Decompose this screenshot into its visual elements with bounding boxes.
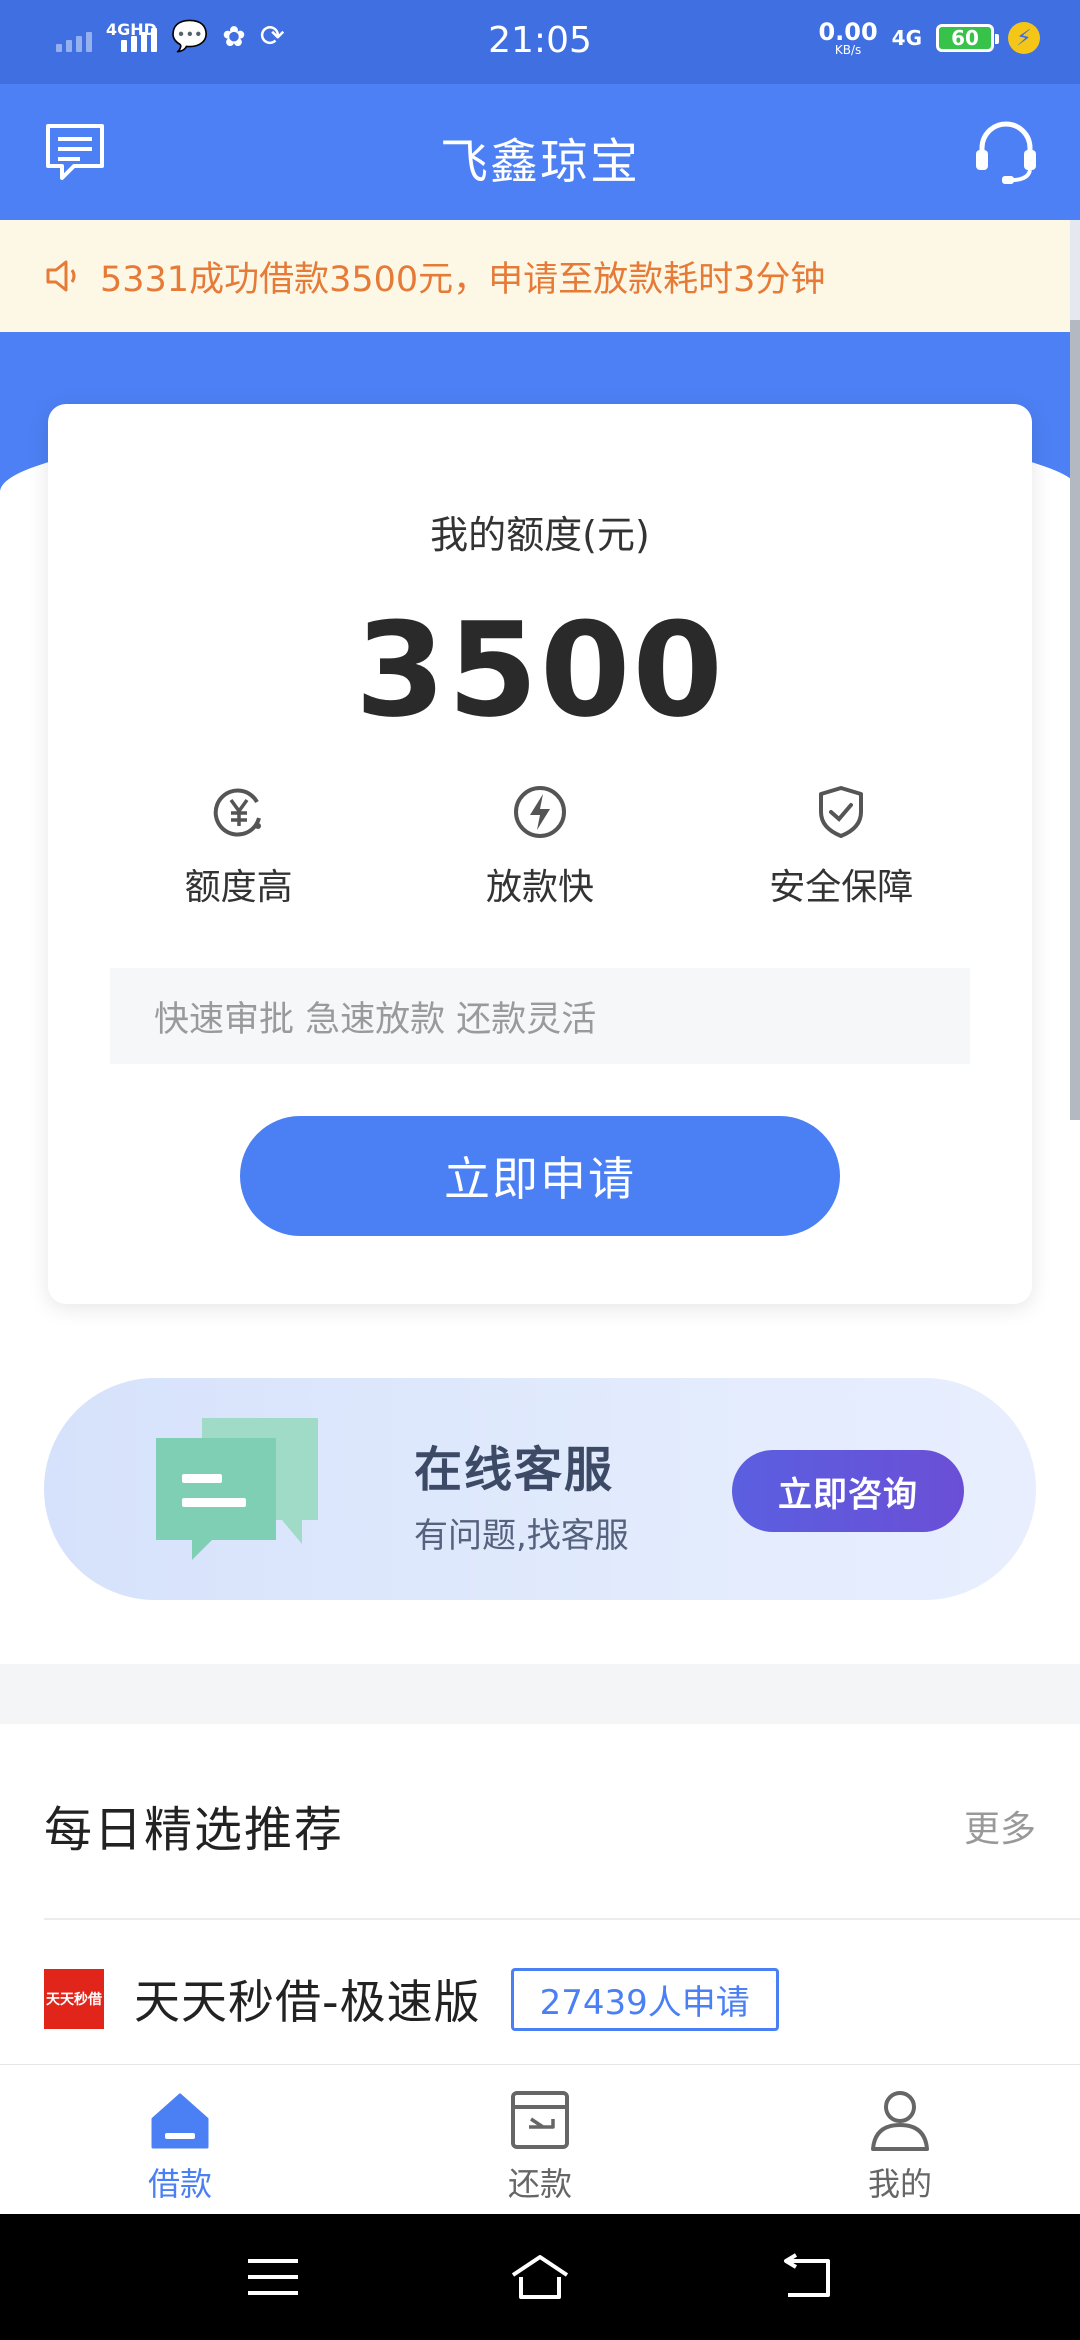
speed-value: 0.00 <box>818 18 878 46</box>
yuan-icon <box>213 788 261 837</box>
feature-security: 安全保障 <box>711 784 971 910</box>
tab-label: 借款 <box>147 2165 212 2203</box>
feature-label: 安全保障 <box>769 867 914 908</box>
network-speed: 0.00 KB/s <box>818 20 877 56</box>
home-nav-icon[interactable] <box>511 2253 569 2301</box>
status-bar: 4GHD 💬 ✿ ⟳ 21:05 0.00 KB/s 4G 60 ⚡ <box>0 0 1080 84</box>
system-nav-bar <box>0 2214 1080 2340</box>
tab-label: 还款 <box>507 2165 572 2203</box>
chat-bubbles-icon <box>156 1418 318 1560</box>
repay-icon <box>511 2091 569 2149</box>
quota-value: 3500 <box>355 594 725 746</box>
back-icon[interactable] <box>778 2253 836 2301</box>
service-banner[interactable]: 在线客服 有问题,找客服 立即咨询 <box>44 1378 1036 1600</box>
home-icon <box>151 2093 209 2149</box>
customer-service-icon[interactable] <box>972 118 1040 186</box>
scrollbar-thumb[interactable] <box>1070 320 1080 1120</box>
feature-high-quota: 额度高 <box>109 784 369 910</box>
feature-label: 额度高 <box>184 867 293 908</box>
lightning-icon <box>513 786 566 838</box>
status-right: 0.00 KB/s 4G 60 ⚡ <box>818 20 1040 56</box>
section-divider <box>0 1664 1080 1724</box>
service-subtitle: 有问题,找客服 <box>414 1516 629 1556</box>
apply-now-button[interactable]: 立即申请 <box>240 1116 840 1236</box>
apply-count-badge: 27439人申请 <box>510 1967 779 2031</box>
product-name: 天天秒借-极速版 <box>134 1975 481 2029</box>
shield-check-icon <box>819 786 864 838</box>
notice-text: 5331成功借款3500元，申请至放款耗时3分钟 <box>100 259 826 300</box>
more-link[interactable]: 更多 <box>964 1800 1036 1852</box>
menu-icon[interactable] <box>244 2253 302 2301</box>
tab-repay[interactable]: 还款 <box>360 2065 720 2214</box>
feature-fast-loan: 放款快 <box>410 784 670 910</box>
feature-list: 额度高 放款快 安全保障 <box>48 784 1032 910</box>
product-logo: 天天秒借 <box>44 1969 104 2029</box>
tab-borrow[interactable]: 借款 <box>0 2065 360 2214</box>
tab-label: 我的 <box>867 2165 932 2203</box>
divider <box>44 1918 1080 1920</box>
recommend-title: 每日精选推荐 <box>44 1802 345 1858</box>
charging-icon: ⚡ <box>1008 22 1040 54</box>
battery-icon: 60 <box>936 24 999 52</box>
speaker-icon <box>46 260 76 292</box>
tab-bar: 借款 还款 我的 <box>0 2064 1080 2214</box>
consult-now-button[interactable]: 立即咨询 <box>732 1450 964 1532</box>
app-header: 飞鑫琼宝 <box>0 84 1080 220</box>
service-title: 在线客服 <box>414 1442 615 1498</box>
list-item[interactable]: 天天秒借 天天秒借-极速版 27439人申请 <box>44 1964 779 2034</box>
feature-label: 放款快 <box>485 867 594 908</box>
quota-label: 我的额度(元) <box>430 513 650 557</box>
tab-mine[interactable]: 我的 <box>720 2065 1080 2214</box>
slogan-text: 快速审批 急速放款 还款灵活 <box>110 968 970 1064</box>
user-icon <box>871 2091 929 2151</box>
page-title: 飞鑫琼宝 <box>439 134 640 190</box>
battery-level: 60 <box>951 26 979 50</box>
notice-bar: 5331成功借款3500元，申请至放款耗时3分钟 <box>0 220 1080 332</box>
quota-card: 我的额度(元) 3500 额度高 放款快 安全保障 快速审批 急速放款 还款灵活… <box>48 404 1032 1304</box>
network-type-2: 4G <box>891 26 922 50</box>
